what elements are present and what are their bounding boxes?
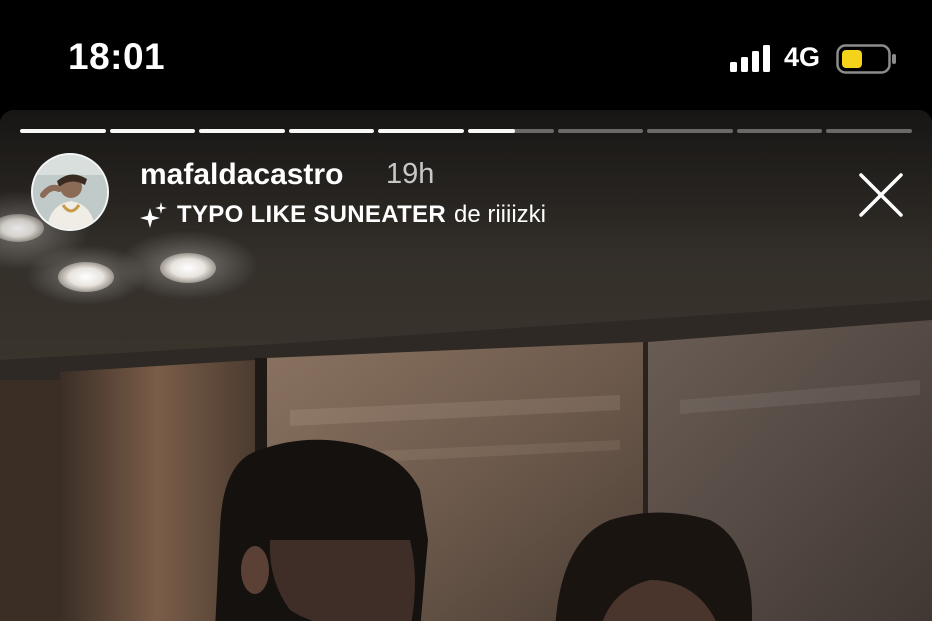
story-progress-segment <box>378 129 464 133</box>
story-progress-fill <box>467 129 516 133</box>
story-progress-segment <box>557 129 644 133</box>
story-progress-segment <box>736 129 823 133</box>
story-progress-segment <box>20 129 106 133</box>
story-progress-segment <box>647 129 733 133</box>
story-progress-segment <box>109 129 196 133</box>
story-progress-bar <box>20 129 912 133</box>
song-title: TYPO LIKE SUNEATER <box>177 201 446 228</box>
story-timestamp: 19h <box>386 158 435 190</box>
status-time: 18:01 <box>68 36 166 77</box>
avatar[interactable] <box>31 153 109 231</box>
story-progress-segment <box>199 129 285 133</box>
story-progress-segment <box>467 129 554 133</box>
instagram-story-screen: 18:01 4G mafaldacastro 19h TYPO LIKE SUN… <box>0 0 932 621</box>
story-progress-fill <box>109 129 196 133</box>
sparkle-icon <box>140 202 167 228</box>
story-music-sticker[interactable]: TYPO LIKE SUNEATER de riiiizki <box>139 198 546 232</box>
battery-icon <box>836 44 896 74</box>
story-progress-segment <box>288 129 375 133</box>
signal-icon <box>730 45 770 72</box>
story-viewer[interactable]: mafaldacastro 19h TYPO LIKE SUNEATER de … <box>0 110 932 621</box>
story-username[interactable]: mafaldacastro <box>140 158 343 192</box>
story-progress-fill <box>199 129 285 133</box>
avatar-image <box>33 155 107 229</box>
status-bar: 18:01 4G <box>0 0 932 110</box>
song-artist: de riiiizki <box>453 201 546 228</box>
story-progress-fill <box>20 129 106 133</box>
close-icon[interactable] <box>852 166 910 224</box>
story-progress-fill <box>288 129 375 133</box>
story-progress-segment <box>826 129 912 133</box>
network-type: 4G <box>784 42 821 72</box>
story-progress-fill <box>378 129 464 133</box>
